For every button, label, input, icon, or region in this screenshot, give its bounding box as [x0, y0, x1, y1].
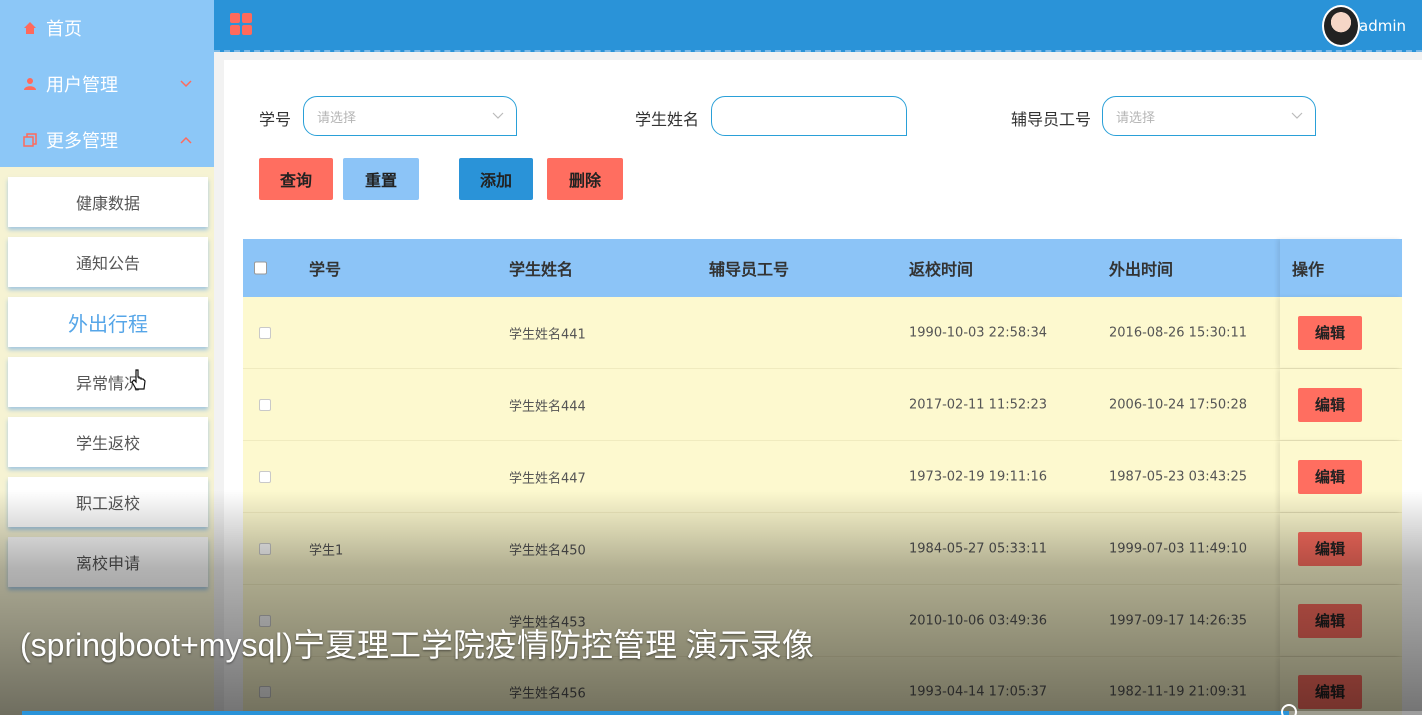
table-row: 学生姓名447 1973-02-19 19:11:16 1987-05-23 0…	[243, 441, 1402, 513]
sidebar-item-label: 首页	[46, 19, 82, 40]
counselor-id-label: 辅导员工号	[1011, 110, 1092, 129]
reset-button[interactable]: 重置	[343, 158, 419, 200]
cell-out-time: 1987-05-23 03:43:25	[1109, 469, 1248, 484]
video-progress-fill	[22, 711, 1289, 715]
cell-out-time: 2016-08-26 15:30:11	[1109, 325, 1248, 340]
edit-button[interactable]: 编辑	[1298, 387, 1362, 422]
cell-return-time: 1993-04-14 17:05:37	[909, 684, 1048, 699]
video-progress-knob[interactable]	[1281, 704, 1297, 715]
sidebar-item-label: 用户管理	[46, 75, 118, 96]
table-row: 学生姓名441 1990-10-03 22:58:34 2016-08-26 1…	[243, 297, 1402, 369]
col-return-time: 返校时间	[909, 260, 974, 279]
cell-out-time: 1982-11-19 21:09:31	[1109, 684, 1248, 699]
table-row: 学生1 学生姓名450 1984-05-27 05:33:11 1999-07-…	[243, 513, 1402, 585]
avatar[interactable]	[1322, 5, 1360, 47]
query-button[interactable]: 查询	[259, 158, 333, 200]
edit-button[interactable]: 编辑	[1298, 315, 1362, 350]
cell-student-name: 学生姓名441	[509, 327, 586, 342]
sidebar: 首页 用户管理 更多管理 健康数据 通知公告 外出行程 异常情况 学生返校 职工…	[0, 0, 214, 715]
cell-return-time: 1984-05-27 05:33:11	[909, 541, 1048, 556]
edit-button[interactable]: 编辑	[1298, 603, 1362, 638]
sidebar-item-user-management[interactable]: 用户管理	[0, 56, 214, 112]
apps-grid-icon[interactable]	[230, 13, 252, 35]
edit-button[interactable]: 编辑	[1298, 531, 1362, 566]
cell-out-time: 1999-07-03 11:49:10	[1109, 541, 1248, 556]
submenu-list: 健康数据 通知公告 外出行程 异常情况 学生返校 职工返校 离校申请	[0, 167, 214, 587]
submenu-item-leave-application[interactable]: 离校申请	[8, 537, 208, 587]
edit-button[interactable]: 编辑	[1298, 674, 1362, 709]
col-actions: 操作	[1292, 260, 1325, 279]
cell-return-time: 1973-02-19 19:11:16	[909, 469, 1048, 484]
select-all-checkbox[interactable]	[254, 261, 267, 275]
col-student-name: 学生姓名	[509, 260, 574, 279]
counselor-id-placeholder: 请选择	[1116, 110, 1156, 126]
submenu-item-notices[interactable]: 通知公告	[8, 237, 208, 287]
chevron-down-icon	[492, 109, 504, 123]
submenu-item-health-data[interactable]: 健康数据	[8, 177, 208, 227]
cell-student-name: 学生姓名447	[509, 471, 586, 486]
video-caption: (springboot+mysql)宁夏理工学院疫情防控管理 演示录像	[20, 627, 814, 663]
row-checkbox[interactable]	[259, 542, 271, 555]
submenu-item-staff-return[interactable]: 职工返校	[8, 477, 208, 527]
row-checkbox[interactable]	[259, 685, 271, 698]
sidebar-item-label: 更多管理	[46, 131, 118, 152]
chevron-down-icon	[180, 77, 192, 91]
row-checkbox[interactable]	[259, 326, 271, 339]
main-content: 学号 请选择 学生姓名 辅导员工号 请选择 查询 重置 添加 删除 学号 学生姓…	[224, 60, 1422, 715]
sidebar-item-home[interactable]: 首页	[0, 0, 214, 56]
cell-student-id: 学生1	[309, 543, 344, 558]
cell-out-time: 1997-09-17 14:26:35	[1109, 613, 1248, 628]
home-icon	[22, 20, 38, 36]
row-checkbox[interactable]	[259, 398, 271, 411]
cell-student-name: 学生姓名444	[509, 399, 586, 414]
col-counselor-id: 辅导员工号	[709, 260, 790, 279]
delete-button[interactable]: 删除	[547, 158, 623, 200]
add-button[interactable]: 添加	[459, 158, 533, 200]
cell-return-time: 1990-10-03 22:58:34	[909, 325, 1048, 340]
username[interactable]: admin	[1359, 17, 1406, 35]
sidebar-item-more-management[interactable]: 更多管理	[0, 112, 214, 168]
chevron-down-icon	[1291, 109, 1303, 123]
top-header: admin	[214, 0, 1422, 52]
student-id-select[interactable]: 请选择	[303, 96, 517, 136]
table-row: 学生姓名444 2017-02-11 11:52:23 2006-10-24 1…	[243, 369, 1402, 441]
mouse-cursor-icon	[131, 369, 147, 396]
student-id-label: 学号	[259, 110, 292, 129]
sidebar-menu: 首页 用户管理 更多管理	[0, 0, 214, 167]
video-progress-bar[interactable]	[22, 711, 1422, 715]
col-out-time: 外出时间	[1109, 260, 1174, 279]
row-checkbox[interactable]	[259, 470, 271, 483]
counselor-id-select[interactable]: 请选择	[1102, 96, 1316, 136]
cell-out-time: 2006-10-24 17:50:28	[1109, 397, 1248, 412]
user-icon	[22, 76, 38, 92]
cell-return-time: 2010-10-06 03:49:36	[909, 613, 1048, 628]
copy-icon	[22, 132, 38, 148]
table-header: 学号 学生姓名 辅导员工号 返校时间 外出时间 操作	[243, 239, 1402, 297]
col-student-id: 学号	[309, 260, 342, 279]
cell-student-name: 学生姓名450	[509, 543, 586, 558]
edit-button[interactable]: 编辑	[1298, 459, 1362, 494]
cell-student-name: 学生姓名456	[509, 686, 586, 701]
cell-return-time: 2017-02-11 11:52:23	[909, 397, 1048, 412]
submenu-item-travel[interactable]: 外出行程	[8, 297, 208, 347]
student-name-label: 学生姓名	[635, 110, 700, 129]
chevron-up-icon	[180, 133, 192, 147]
submenu-item-student-return[interactable]: 学生返校	[8, 417, 208, 467]
submenu-item-abnormal[interactable]: 异常情况	[8, 357, 208, 407]
student-name-input[interactable]	[711, 96, 907, 136]
student-id-placeholder: 请选择	[317, 110, 357, 126]
